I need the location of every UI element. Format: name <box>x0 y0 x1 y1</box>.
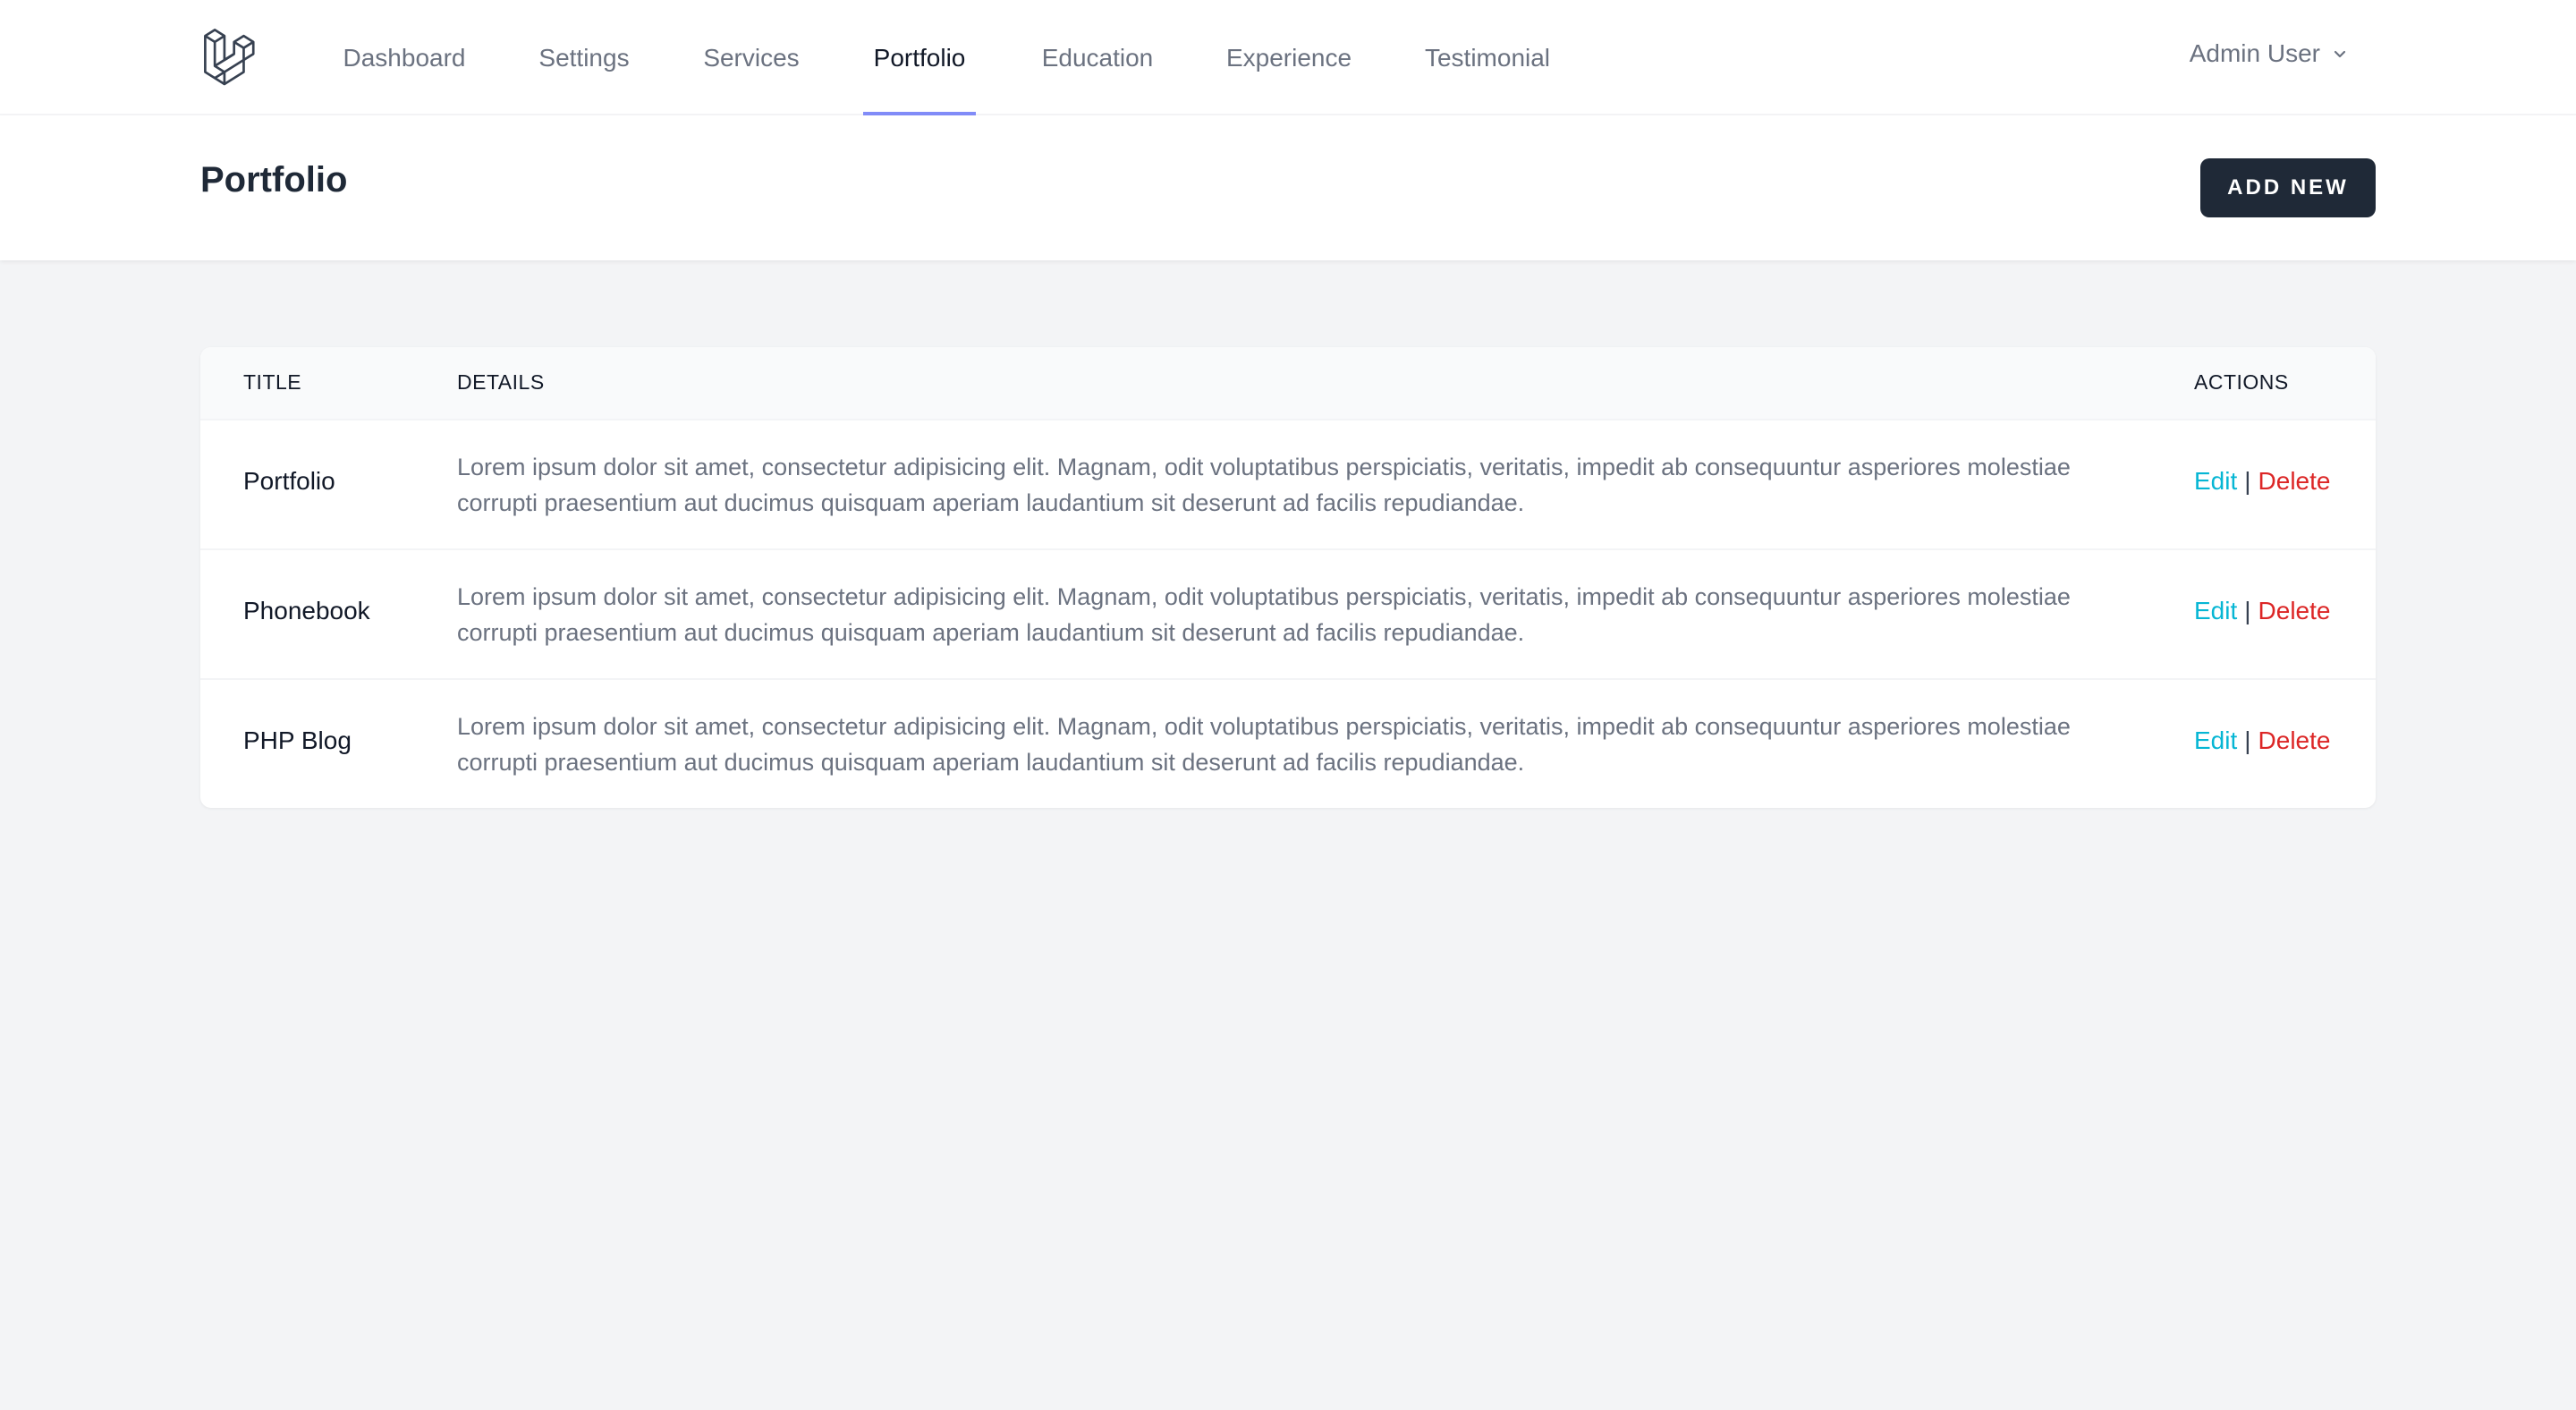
edit-link[interactable]: Edit <box>2194 467 2237 496</box>
action-separator: | <box>2244 467 2251 495</box>
table-row: Portfolio Lorem ipsum dolor sit amet, co… <box>200 419 2376 548</box>
add-new-button[interactable]: ADD NEW <box>2200 158 2376 217</box>
laravel-logo-icon[interactable] <box>200 25 263 88</box>
nav-item-portfolio[interactable]: Portfolio <box>863 0 976 115</box>
nav-item-services[interactable]: Services <box>703 0 800 115</box>
nav-item-education[interactable]: Education <box>1039 0 1156 115</box>
table-header: TITLE DETAILS ACTIONS <box>200 347 2376 419</box>
nav-item-testimonial[interactable]: Testimonial <box>1421 0 1554 115</box>
page-title: Portfolio <box>200 160 348 200</box>
column-header-details: DETAILS <box>457 370 545 394</box>
top-navbar: Dashboard Settings Services Portfolio Ed… <box>0 0 2576 115</box>
user-dropdown[interactable]: Admin User <box>2190 39 2349 68</box>
row-actions: Edit | Delete <box>2194 597 2330 625</box>
row-details: Lorem ipsum dolor sit amet, consectetur … <box>457 583 2071 646</box>
portfolio-table: TITLE DETAILS ACTIONS Portfolio Lorem ip… <box>200 347 2376 808</box>
row-actions: Edit | Delete <box>2194 467 2330 496</box>
table-row: PHP Blog Lorem ipsum dolor sit amet, con… <box>200 678 2376 808</box>
chevron-down-icon <box>2334 50 2346 58</box>
edit-link[interactable]: Edit <box>2194 726 2237 755</box>
user-name: Admin User <box>2189 39 2320 67</box>
row-title: PHP Blog <box>243 726 352 754</box>
page-header: Portfolio ADD NEW <box>0 115 2576 260</box>
action-separator: | <box>2244 597 2251 624</box>
row-details: Lorem ipsum dolor sit amet, consectetur … <box>457 713 2071 776</box>
edit-link[interactable]: Edit <box>2194 597 2237 625</box>
action-separator: | <box>2244 726 2251 754</box>
nav-item-settings[interactable]: Settings <box>537 0 631 115</box>
table-row: Phonebook Lorem ipsum dolor sit amet, co… <box>200 548 2376 678</box>
delete-link[interactable]: Delete <box>2258 467 2331 496</box>
nav-item-dashboard[interactable]: Dashboard <box>343 0 466 115</box>
column-header-actions: ACTIONS <box>2194 370 2289 394</box>
column-header-title: TITLE <box>243 370 302 394</box>
delete-link[interactable]: Delete <box>2258 726 2331 755</box>
delete-link[interactable]: Delete <box>2258 597 2331 625</box>
row-details: Lorem ipsum dolor sit amet, consectetur … <box>457 454 2071 516</box>
row-actions: Edit | Delete <box>2194 726 2330 755</box>
row-title: Phonebook <box>243 597 370 624</box>
row-title: Portfolio <box>243 467 335 495</box>
nav-item-experience[interactable]: Experience <box>1225 0 1352 115</box>
